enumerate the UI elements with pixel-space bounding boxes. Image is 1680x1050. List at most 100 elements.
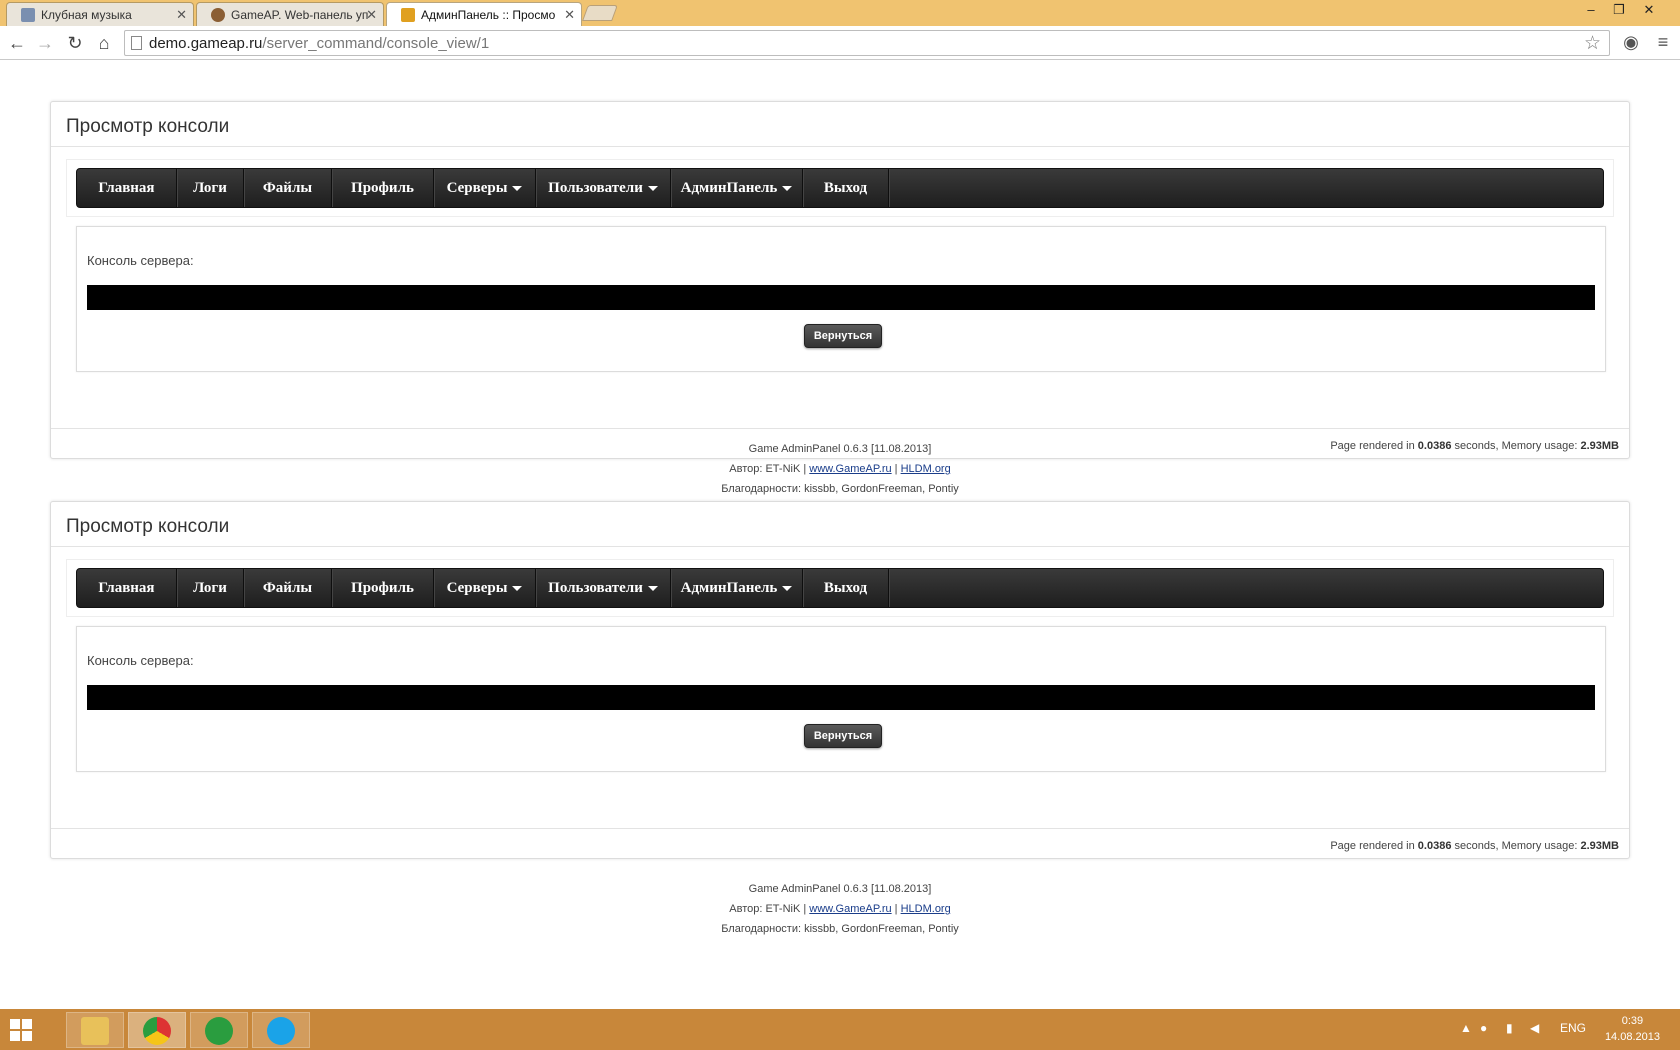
crown-favicon-icon: [401, 8, 415, 22]
menu-container: Главная Логи Файлы Профиль Серверы Польз…: [66, 559, 1614, 617]
caret-down-icon: [512, 586, 523, 592]
caret-down-icon: [512, 186, 523, 192]
main-menu: Главная Логи Файлы Профиль Серверы Польз…: [76, 568, 1604, 608]
render-info: Page rendered in 0.0386 seconds, Memory …: [1330, 840, 1619, 852]
main-menu: Главная Логи Файлы Профиль Серверы Польз…: [76, 168, 1604, 208]
tab-title: АдминПанель :: Просмо: [421, 8, 556, 22]
menu-container: Главная Логи Файлы Профиль Серверы Польз…: [66, 159, 1614, 217]
caret-down-icon: [647, 586, 658, 592]
new-tab-button[interactable]: [582, 5, 618, 21]
console-output[interactable]: [87, 285, 1595, 310]
browser-toolbar: ← → ↻ ⌂ demo.gameap.ru/server_command/co…: [0, 26, 1680, 60]
page-content: Просмотр консоли Главная Логи Файлы Проф…: [0, 61, 1680, 1009]
menu-item-adminpanel[interactable]: АдминПанель: [671, 169, 803, 207]
back-button[interactable]: Вернуться: [804, 324, 882, 348]
caret-down-icon: [782, 186, 793, 192]
restore-icon[interactable]: ❐: [1604, 2, 1634, 18]
site-footer: Game AdminPanel 0.6.3 [11.08.2013] Автор…: [0, 879, 1680, 939]
chrome-icon[interactable]: [128, 1012, 186, 1048]
minimize-icon[interactable]: –: [1576, 2, 1606, 17]
footer-author: Автор: ET-NiK | www.GameAP.ru | HLDM.org: [729, 463, 951, 475]
utorrent-icon[interactable]: [190, 1012, 248, 1048]
close-icon[interactable]: ✕: [366, 7, 377, 23]
divider: [51, 546, 1629, 547]
console-label: Консоль сервера:: [87, 653, 194, 668]
gameap-link[interactable]: www.GameAP.ru: [809, 463, 891, 475]
menu-item-home[interactable]: Главная: [77, 169, 177, 207]
home-icon[interactable]: ⌂: [93, 32, 115, 54]
console-panel: Просмотр консоли Главная Логи Файлы Проф…: [50, 101, 1630, 459]
music-favicon-icon: [21, 8, 35, 22]
page-title: Просмотр консоли: [66, 516, 230, 537]
footer-author: Автор: ET-NiK | www.GameAP.ru | HLDM.org: [729, 903, 951, 915]
close-icon[interactable]: ✕: [176, 7, 187, 23]
gameap-favicon-icon: [211, 8, 225, 22]
forward-arrow-icon[interactable]: →: [34, 32, 56, 54]
menu-item-adminpanel[interactable]: АдминПанель: [671, 569, 803, 607]
console-box: Консоль сервера: Вернуться: [76, 626, 1606, 772]
menu-item-home[interactable]: Главная: [77, 569, 177, 607]
close-window-icon[interactable]: ✕: [1634, 2, 1664, 18]
skype-icon[interactable]: [252, 1012, 310, 1048]
skype-logo-icon: [267, 1017, 295, 1045]
menu-item-servers[interactable]: Серверы: [434, 569, 536, 607]
divider: [51, 146, 1629, 147]
reload-icon[interactable]: ↻: [64, 32, 86, 54]
browser-titlebar: Клубная музыка ✕ GameAP. Web-панель уп ✕…: [0, 0, 1680, 26]
utorrent-logo-icon: [205, 1017, 233, 1045]
page-title: Просмотр консоли: [66, 116, 230, 137]
caret-down-icon: [647, 186, 658, 192]
windows-start-icon[interactable]: [10, 1019, 32, 1041]
address-bar[interactable]: demo.gameap.ru/server_command/console_vi…: [124, 30, 1610, 56]
menu-item-users[interactable]: Пользователи: [536, 569, 671, 607]
site-footer: Game AdminPanel 0.6.3 [11.08.2013] Автор…: [0, 439, 1680, 499]
divider: [51, 428, 1629, 429]
clock-date: 14.08.2013: [1604, 1031, 1660, 1043]
footer-thanks: Благодарности: kissbb, GordonFreeman, Po…: [721, 923, 959, 935]
tray-expand-icon[interactable]: ▲: [1460, 1021, 1472, 1035]
back-button[interactable]: Вернуться: [804, 724, 882, 748]
menu-item-profile[interactable]: Профиль: [332, 169, 434, 207]
folder-icon: [81, 1017, 109, 1045]
browser-tab-1[interactable]: Клубная музыка ✕: [6, 2, 194, 26]
menu-item-logout[interactable]: Выход: [803, 569, 889, 607]
console-box: Консоль сервера: Вернуться: [76, 226, 1606, 372]
menu-item-profile[interactable]: Профиль: [332, 569, 434, 607]
windows-taskbar: ▲ ● ▮ ◀ ENG 0:39 14.08.2013: [0, 1009, 1680, 1050]
console-panel: Просмотр консоли Главная Логи Файлы Проф…: [50, 501, 1630, 859]
menu-icon[interactable]: ≡: [1652, 32, 1674, 53]
menu-item-logout[interactable]: Выход: [803, 169, 889, 207]
browser-tab-2[interactable]: GameAP. Web-панель уп ✕: [196, 2, 384, 26]
tray-utorrent-icon[interactable]: ●: [1480, 1021, 1487, 1035]
caret-down-icon: [782, 586, 793, 592]
menu-item-users[interactable]: Пользователи: [536, 169, 671, 207]
menu-item-files[interactable]: Файлы: [244, 569, 332, 607]
tab-title: Клубная музыка: [41, 8, 132, 22]
chrome-logo-icon: [143, 1017, 171, 1045]
volume-icon[interactable]: ◀: [1530, 1021, 1539, 1035]
footer-version: Game AdminPanel 0.6.3 [11.08.2013]: [748, 883, 932, 895]
menu-item-logs[interactable]: Логи: [177, 569, 244, 607]
hldm-link[interactable]: HLDM.org: [901, 463, 951, 475]
gameap-link[interactable]: www.GameAP.ru: [809, 903, 891, 915]
footer-version: Game AdminPanel 0.6.3 [11.08.2013]: [748, 443, 932, 455]
network-icon[interactable]: ▮: [1506, 1021, 1513, 1035]
divider: [51, 828, 1629, 829]
console-output[interactable]: [87, 685, 1595, 710]
back-arrow-icon[interactable]: ←: [6, 32, 28, 54]
menu-item-files[interactable]: Файлы: [244, 169, 332, 207]
menu-item-logs[interactable]: Логи: [177, 169, 244, 207]
close-icon[interactable]: ✕: [564, 7, 575, 23]
clock-time: 0:39: [1621, 1015, 1644, 1027]
language-indicator[interactable]: ENG: [1560, 1021, 1586, 1035]
file-explorer-icon[interactable]: [66, 1012, 124, 1048]
hldm-link[interactable]: HLDM.org: [901, 903, 951, 915]
url-text: demo.gameap.ru/server_command/console_vi…: [149, 35, 490, 52]
extension-globe-icon[interactable]: ◉: [1620, 32, 1642, 53]
menu-item-servers[interactable]: Серверы: [434, 169, 536, 207]
page-icon: [131, 36, 142, 50]
browser-tab-3[interactable]: АдминПанель :: Просмо ✕: [386, 2, 582, 26]
console-label: Консоль сервера:: [87, 253, 194, 268]
system-clock[interactable]: 0:39 14.08.2013: [1605, 1013, 1660, 1045]
bookmark-star-icon[interactable]: ☆: [1584, 32, 1601, 55]
